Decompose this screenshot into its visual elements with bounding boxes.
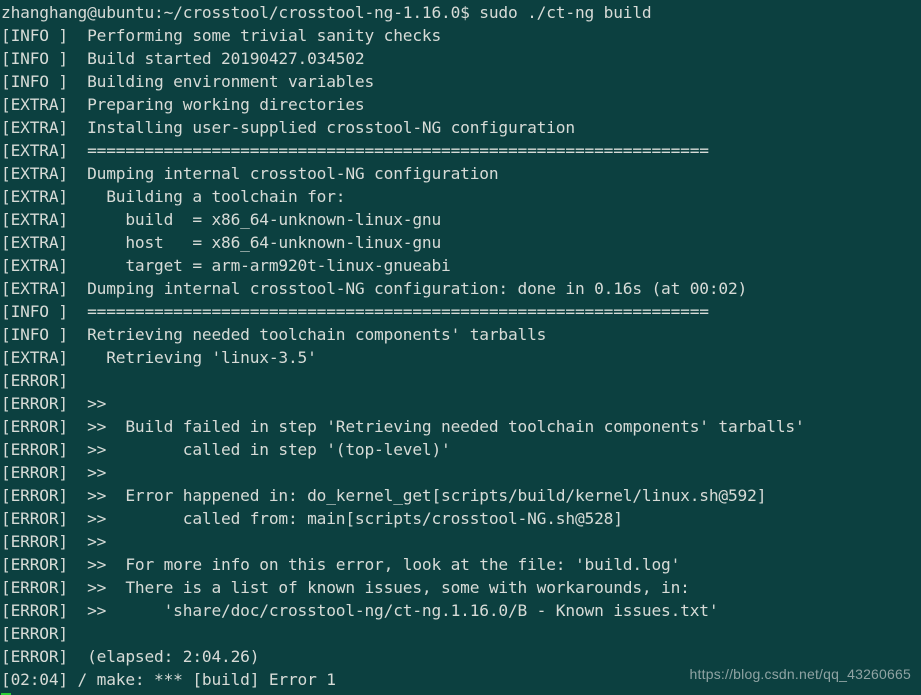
terminal-line-extra: [EXTRA] Dumping internal crosstool-NG co… [1,279,748,298]
terminal-line-error: [ERROR] >> [1,463,107,482]
terminal-line-error-elapsed: [ERROR] (elapsed: 2:04.26) [1,647,260,666]
terminal-line-error-knownissues: [ERROR] >> 'share/doc/crosstool-ng/ct-ng… [1,601,719,620]
terminal-output-area[interactable]: zhanghang@ubuntu:~/crosstool/crosstool-n… [0,0,921,695]
terminal-line-build-triplet: [EXTRA] build = x86_64-unknown-linux-gnu [1,210,442,229]
terminal-line-make-error: [02:04] / make: *** [build] Error 1 [1,670,336,689]
terminal-line-info: [INFO ] Retrieving needed toolchain comp… [1,325,547,344]
terminal-prompt-line-next[interactable] [1,691,921,695]
terminal-line-separator: [EXTRA] ================================… [1,141,709,160]
terminal-window[interactable]: zhanghang@ubuntu:~/crosstool/crosstool-n… [0,0,921,695]
terminal-line-error: [ERROR] >> [1,394,107,413]
terminal-line-separator: [INFO ] ================================… [1,302,709,321]
terminal-line-extra: [EXTRA] Installing user-supplied crossto… [1,118,575,137]
terminal-line-extra: [EXTRA] Building a toolchain for: [1,187,346,206]
terminal-line-target-triplet: [EXTRA] target = arm-arm920t-linux-gnuea… [1,256,451,275]
terminal-line-host-triplet: [EXTRA] host = x86_64-unknown-linux-gnu [1,233,442,252]
terminal-line-prompt: zhanghang@ubuntu:~/crosstool/crosstool-n… [1,3,652,22]
terminal-line-info: [INFO ] Build started 20190427.034502 [1,49,365,68]
terminal-line-error: [ERROR] [1,624,68,643]
terminal-line-extra: [EXTRA] Retrieving 'linux-3.5' [1,348,317,367]
terminal-line-info: [INFO ] Performing some trivial sanity c… [1,26,442,45]
terminal-line-error-build-failed: [ERROR] >> Build failed in step 'Retriev… [1,417,805,436]
terminal-line-error: [ERROR] [1,371,68,390]
terminal-line-info: [INFO ] Building environment variables [1,72,375,91]
terminal-line-error: [ERROR] >> [1,532,107,551]
terminal-line-extra: [EXTRA] Preparing working directories [1,95,365,114]
terminal-line-error-logfile: [ERROR] >> For more info on this error, … [1,555,681,574]
terminal-line-error-location: [ERROR] >> Error happened in: do_kernel_… [1,486,767,505]
terminal-line-error-calledfrom: [ERROR] >> called from: main[scripts/cro… [1,509,623,528]
terminal-line-extra: [EXTRA] Dumping internal crosstool-NG co… [1,164,499,183]
terminal-line-error: [ERROR] >> There is a list of known issu… [1,578,690,597]
terminal-line-error: [ERROR] >> called in step '(top-level)' [1,440,451,459]
